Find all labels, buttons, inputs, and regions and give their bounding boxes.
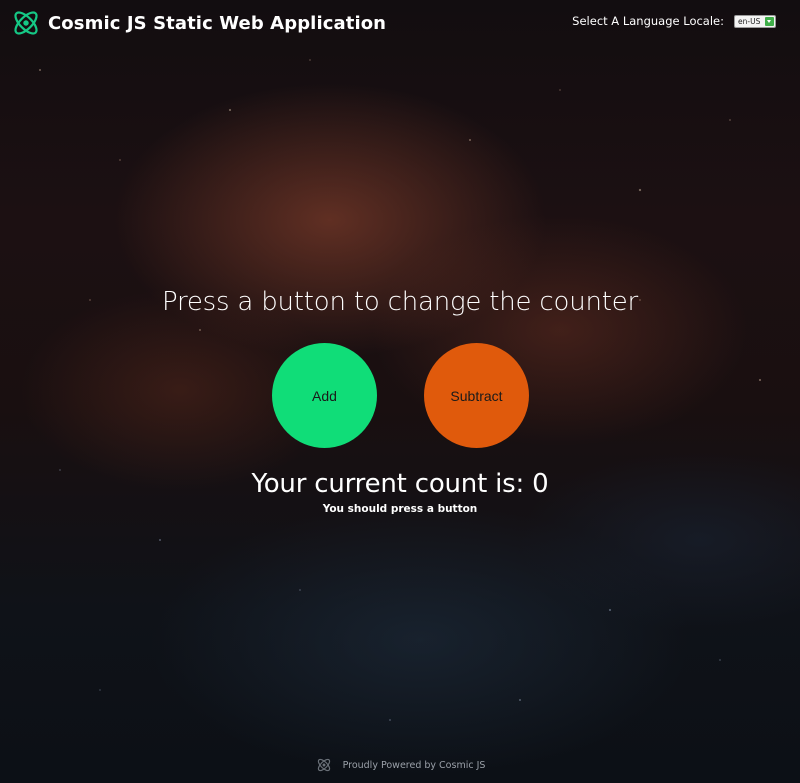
app-header: Cosmic JS Static Web Application Select … xyxy=(0,0,800,46)
count-display: Your current count is: 0 xyxy=(251,469,549,499)
hint-text: You should press a button xyxy=(322,503,478,515)
page-title: Press a button to change the counter xyxy=(161,287,639,317)
locale-label: Select A Language Locale: xyxy=(572,14,724,28)
brand[interactable]: Cosmic JS Static Web Application xyxy=(9,6,386,40)
app-title: Cosmic JS Static Web Application xyxy=(48,12,387,34)
subtract-button[interactable]: Subtract xyxy=(424,343,529,448)
powered-by-link[interactable]: Proudly Powered by Cosmic JS xyxy=(343,760,486,771)
locale-selector: Select A Language Locale: en-US xyxy=(572,14,776,28)
cosmic-js-logo-icon xyxy=(14,11,38,35)
add-button[interactable]: Add xyxy=(272,343,377,448)
cosmic-js-logo-icon xyxy=(317,758,330,772)
starfield-background xyxy=(0,0,800,783)
locale-select[interactable]: en-US xyxy=(734,14,776,28)
locale-selected-value: en-US xyxy=(738,16,761,26)
chevron-down-icon xyxy=(765,16,774,26)
app-footer: Proudly Powered by Cosmic JS xyxy=(0,754,800,776)
